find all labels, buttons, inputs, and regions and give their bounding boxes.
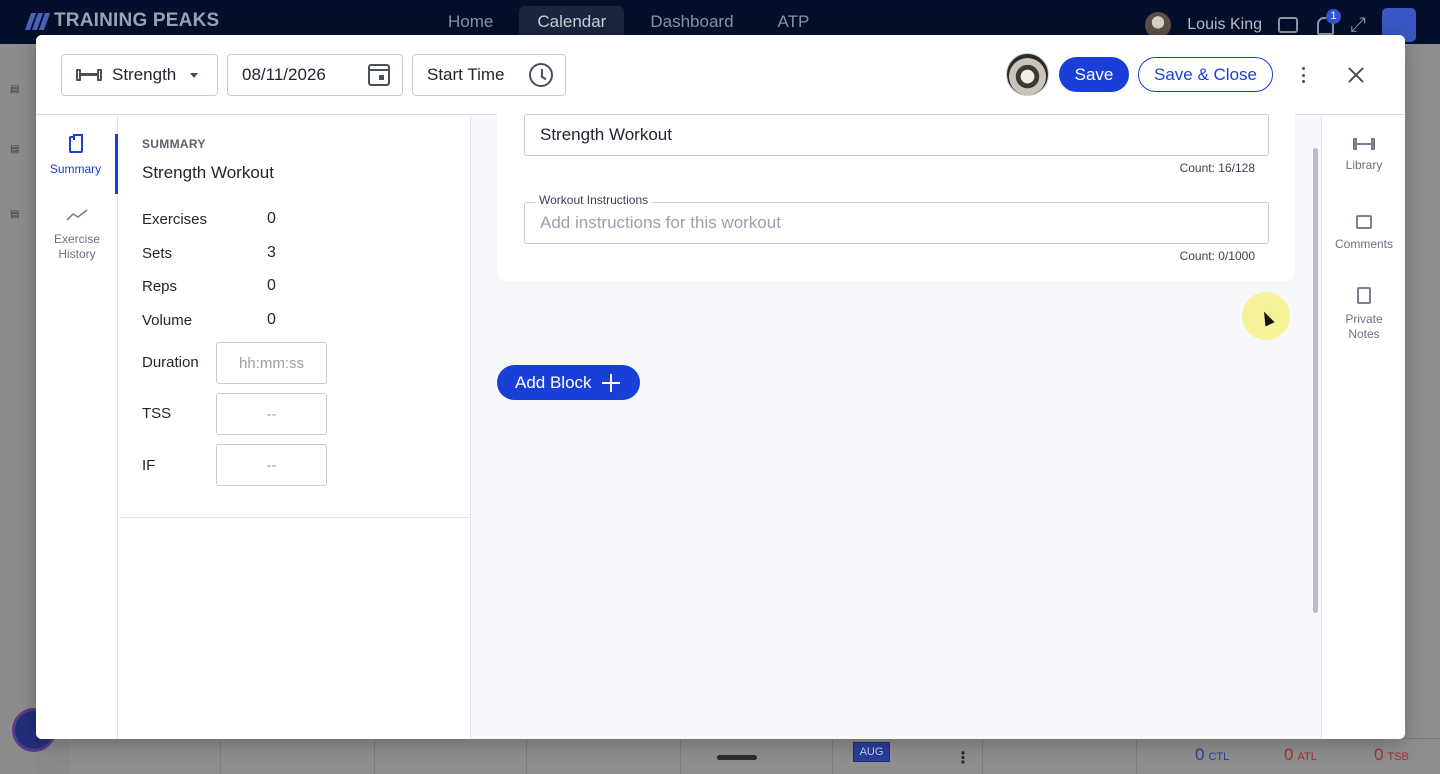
user-name[interactable]: Louis King — [1187, 16, 1262, 34]
summary-panel: SUMMARY Strength Workout Exercises 0 Set… — [120, 116, 471, 739]
if-input[interactable]: -- — [216, 444, 327, 486]
private-notes-icon — [1357, 287, 1371, 304]
library-panel-button[interactable]: Library — [1322, 138, 1405, 173]
vertical-scrollbar[interactable] — [1313, 148, 1318, 613]
add-block-button[interactable]: Add Block — [497, 365, 640, 400]
if-label: IF — [142, 457, 156, 474]
rail-training-plans: ▤ — [10, 144, 20, 155]
atl-value: 0 — [1284, 745, 1294, 764]
clipboard-icon — [68, 134, 83, 153]
trainingpeaks-logo[interactable]: TRAINING PEAKS — [24, 10, 220, 32]
month-chip: AUG — [853, 742, 890, 762]
messages-icon[interactable] — [1278, 17, 1298, 33]
tab-summary-label: Summary — [49, 162, 102, 176]
stat-reps-value: 0 — [267, 277, 276, 294]
close-icon[interactable] — [1345, 64, 1367, 86]
notifications-bell-icon[interactable]: 1 — [1314, 9, 1341, 35]
workout-builder-area: Strength Workout Count: 16/128 Add instr… — [471, 96, 1321, 739]
athlete-avatar[interactable] — [1006, 53, 1049, 96]
dumbbell-icon — [76, 68, 102, 82]
save-and-close-button[interactable]: Save & Close — [1138, 57, 1273, 92]
private-notes-panel-button[interactable]: Private Notes — [1322, 287, 1405, 342]
comment-icon — [1356, 215, 1372, 229]
nav-home[interactable]: Home — [430, 6, 511, 38]
ctl-label: CTL — [1208, 751, 1230, 763]
start-time-field[interactable]: Start Time — [412, 54, 566, 96]
library-label: Library — [1345, 158, 1383, 172]
title-char-count: Count: 16/128 — [1179, 161, 1255, 175]
ctl-value: 0 — [1195, 745, 1205, 764]
tss-input[interactable]: -- — [216, 393, 327, 435]
instructions-char-count: Count: 0/1000 — [1179, 249, 1255, 263]
tab-exercise-history[interactable]: Exercise History — [36, 208, 118, 268]
rail-workout-library: ▤ — [10, 84, 20, 95]
duration-input[interactable]: hh:mm:ss — [216, 342, 327, 384]
expand-icon[interactable]: ⤢ — [1350, 14, 1366, 37]
ctl-metric: 0 CTL — [1195, 745, 1229, 765]
stat-exercises-label: Exercises — [142, 211, 208, 228]
stat-volume-label: Volume — [142, 312, 193, 329]
stat-reps-label: Reps — [142, 278, 178, 295]
background-calendar-edge — [1405, 44, 1440, 738]
tsb-metric: 0 TSB — [1374, 745, 1409, 765]
plus-icon — [601, 373, 620, 392]
workout-instructions-input[interactable]: Add instructions for this workout — [524, 202, 1269, 244]
trend-line-icon — [66, 209, 88, 221]
nav-calendar[interactable]: Calendar — [519, 6, 625, 38]
tsb-value: 0 — [1374, 745, 1384, 764]
workout-date-field[interactable]: 08/11/2026 — [227, 54, 403, 96]
brand-mark-icon — [24, 11, 51, 31]
notification-badge: 1 — [1326, 9, 1341, 24]
tsb-label: TSB — [1387, 751, 1409, 763]
stat-exercises-value: 0 — [267, 210, 276, 227]
nav-dashboard[interactable]: Dashboard — [632, 6, 751, 38]
week-options-icon[interactable]: ⋮ — [955, 748, 971, 768]
add-block-label: Add Block — [515, 372, 592, 392]
start-time-label: Start Time — [427, 65, 505, 84]
clock-icon[interactable] — [529, 63, 553, 87]
workout-title-input[interactable]: Strength Workout — [524, 114, 1269, 156]
nav-atp[interactable]: ATP — [760, 6, 828, 38]
summary-divider — [120, 517, 471, 518]
workout-type-select[interactable]: Strength — [61, 54, 218, 96]
workout-type-value: Strength — [112, 65, 177, 84]
tss-label: TSS — [142, 405, 172, 422]
summary-heading: SUMMARY — [142, 137, 206, 151]
atl-metric: 0 ATL — [1284, 745, 1317, 765]
more-options-icon[interactable] — [1296, 63, 1310, 87]
background-left-rail: ▤ ▤ ▤ — [0, 44, 36, 774]
main-nav: Home Calendar Dashboard ATP — [430, 6, 827, 38]
atl-label: ATL — [1297, 751, 1317, 763]
workout-instructions-label: Workout Instructions — [535, 193, 653, 207]
stat-sets-label: Sets — [142, 245, 173, 262]
caret-down-icon — [190, 72, 199, 78]
workout-editor-modal: Strength 08/11/2026 Start Time Save Save… — [36, 35, 1405, 739]
brand-name: TRAINING PEAKS — [54, 10, 220, 31]
tab-summary[interactable]: Summary — [36, 134, 118, 194]
private-notes-label: Private Notes — [1345, 312, 1383, 341]
stat-volume-value: 0 — [267, 311, 276, 328]
comments-panel-button[interactable]: Comments — [1322, 215, 1405, 252]
dumbbell-icon — [1353, 138, 1375, 150]
stat-sets-value: 3 — [267, 244, 276, 261]
right-tool-rail: Library Comments Private Notes — [1321, 116, 1405, 739]
summary-workout-title: Strength Workout — [142, 163, 274, 182]
tab-exercise-history-label: Exercise History — [53, 232, 100, 261]
drag-handle[interactable] — [717, 755, 757, 760]
calendar-icon[interactable] — [368, 64, 390, 86]
duration-label: Duration — [142, 354, 199, 371]
rail-routes-library: ▤ — [10, 209, 20, 220]
side-tabs: Summary Exercise History — [36, 116, 118, 739]
workout-date-value: 08/11/2026 — [242, 65, 326, 84]
comments-label: Comments — [1334, 237, 1393, 251]
save-button[interactable]: Save — [1059, 57, 1129, 92]
workout-details-card: Strength Workout Count: 16/128 Add instr… — [497, 96, 1295, 281]
